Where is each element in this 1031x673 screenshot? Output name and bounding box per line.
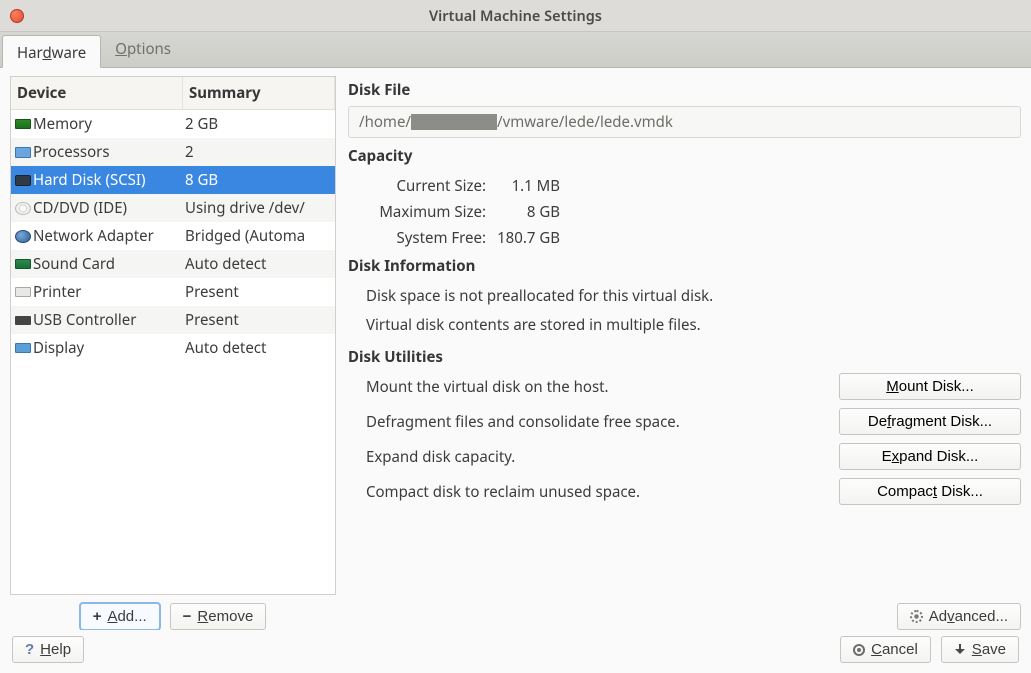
cpu-icon (15, 147, 31, 158)
help-button[interactable]: Help (12, 636, 84, 663)
capacity-grid: Current Size: 1.1 MB Maximum Size: 8 GB … (348, 176, 1021, 248)
content-area: Device Summary Memory 2 GB Processors 2 … (0, 68, 1031, 673)
advanced-row: Advanced... (348, 591, 1021, 630)
redacted-path-segment (411, 114, 497, 130)
disk-file-field[interactable]: /home//vmware/lede/lede.vmdk (348, 106, 1021, 138)
display-icon (15, 343, 31, 353)
cd-icon (15, 202, 31, 215)
current-size-label: Current Size: (366, 176, 496, 196)
header-device[interactable]: Device (11, 77, 183, 109)
hdd-icon (15, 175, 31, 186)
expand-disk-button[interactable]: Expand Disk... (839, 443, 1021, 470)
tabs-bar: Hardware Options (0, 32, 1031, 68)
device-row-hard-disk[interactable]: Hard Disk (SCSI) 8 GB (11, 166, 335, 194)
device-row-usb[interactable]: USB Controller Present (11, 306, 335, 334)
tab-hardware[interactable]: Hardware (2, 35, 101, 68)
device-row-sound[interactable]: Sound Card Auto detect (11, 250, 335, 278)
mount-desc: Mount the virtual disk on the host. (366, 377, 609, 397)
device-list-header: Device Summary (11, 77, 335, 110)
device-row-processors[interactable]: Processors 2 (11, 138, 335, 166)
device-list: Device Summary Memory 2 GB Processors 2 … (10, 76, 336, 595)
device-row-cddvd[interactable]: CD/DVD (IDE) Using drive /dev/ (11, 194, 335, 222)
maximum-size-value: 8 GB (496, 202, 560, 222)
device-row-display[interactable]: Display Auto detect (11, 334, 335, 362)
add-device-button[interactable]: Add... (80, 603, 160, 630)
titlebar: Virtual Machine Settings (0, 0, 1031, 32)
cancel-button[interactable]: Cancel (840, 636, 931, 663)
help-icon (25, 641, 34, 658)
util-row-expand: Expand disk capacity. Expand Disk... (366, 443, 1021, 470)
disk-utilities-title: Disk Utilities (348, 347, 1021, 367)
header-summary[interactable]: Summary (183, 77, 335, 109)
network-icon (15, 230, 31, 243)
expand-desc: Expand disk capacity. (366, 447, 515, 467)
maximum-size-label: Maximum Size: (366, 202, 496, 222)
save-icon (954, 644, 966, 656)
save-button[interactable]: Save (941, 636, 1019, 663)
util-row-mount: Mount the virtual disk on the host. Moun… (366, 373, 1021, 400)
disk-info-text: Disk space is not preallocated for this … (348, 282, 1021, 339)
cancel-icon (853, 644, 865, 656)
memory-icon (15, 119, 31, 129)
capacity-title: Capacity (348, 146, 1021, 166)
close-window-button[interactable] (10, 9, 24, 23)
util-row-compact: Compact disk to reclaim unused space. Co… (366, 478, 1021, 505)
usb-icon (15, 316, 31, 325)
current-size-value: 1.1 MB (496, 176, 560, 196)
compact-desc: Compact disk to reclaim unused space. (366, 482, 640, 502)
bottom-right-buttons: Cancel Save (840, 636, 1019, 663)
defragment-desc: Defragment files and consolidate free sp… (366, 412, 680, 432)
advanced-button[interactable]: Advanced... (897, 603, 1021, 630)
device-row-network[interactable]: Network Adapter Bridged (Automa (11, 222, 335, 250)
window-controls (10, 8, 24, 28)
defragment-disk-button[interactable]: Defragment Disk... (839, 408, 1021, 435)
printer-icon (15, 287, 31, 297)
gear-icon (910, 610, 923, 623)
window-title: Virtual Machine Settings (429, 6, 602, 26)
minus-icon (183, 608, 192, 625)
device-panel: Device Summary Memory 2 GB Processors 2 … (10, 76, 336, 630)
system-free-value: 180.7 GB (496, 228, 560, 248)
disk-utilities: Mount the virtual disk on the host. Moun… (348, 373, 1021, 505)
detail-panel: Disk File /home//vmware/lede/lede.vmdk C… (348, 76, 1021, 630)
disk-info-title: Disk Information (348, 256, 1021, 276)
device-buttons: Add... Remove (10, 595, 336, 630)
mount-disk-button[interactable]: Mount Disk... (839, 373, 1021, 400)
device-row-memory[interactable]: Memory 2 GB (11, 110, 335, 138)
compact-disk-button[interactable]: Compact Disk... (839, 478, 1021, 505)
tab-options[interactable]: Options (101, 32, 185, 67)
remove-device-button[interactable]: Remove (170, 603, 267, 630)
util-row-defragment: Defragment files and consolidate free sp… (366, 408, 1021, 435)
sound-icon (15, 259, 31, 269)
system-free-label: System Free: (366, 228, 496, 248)
plus-icon (93, 608, 102, 625)
main-row: Device Summary Memory 2 GB Processors 2 … (10, 76, 1021, 630)
dialog-button-bar: Help Cancel Save (10, 630, 1021, 665)
device-row-printer[interactable]: Printer Present (11, 278, 335, 306)
disk-file-title: Disk File (348, 80, 1021, 100)
vm-settings-window: Virtual Machine Settings Hardware Option… (0, 0, 1031, 673)
